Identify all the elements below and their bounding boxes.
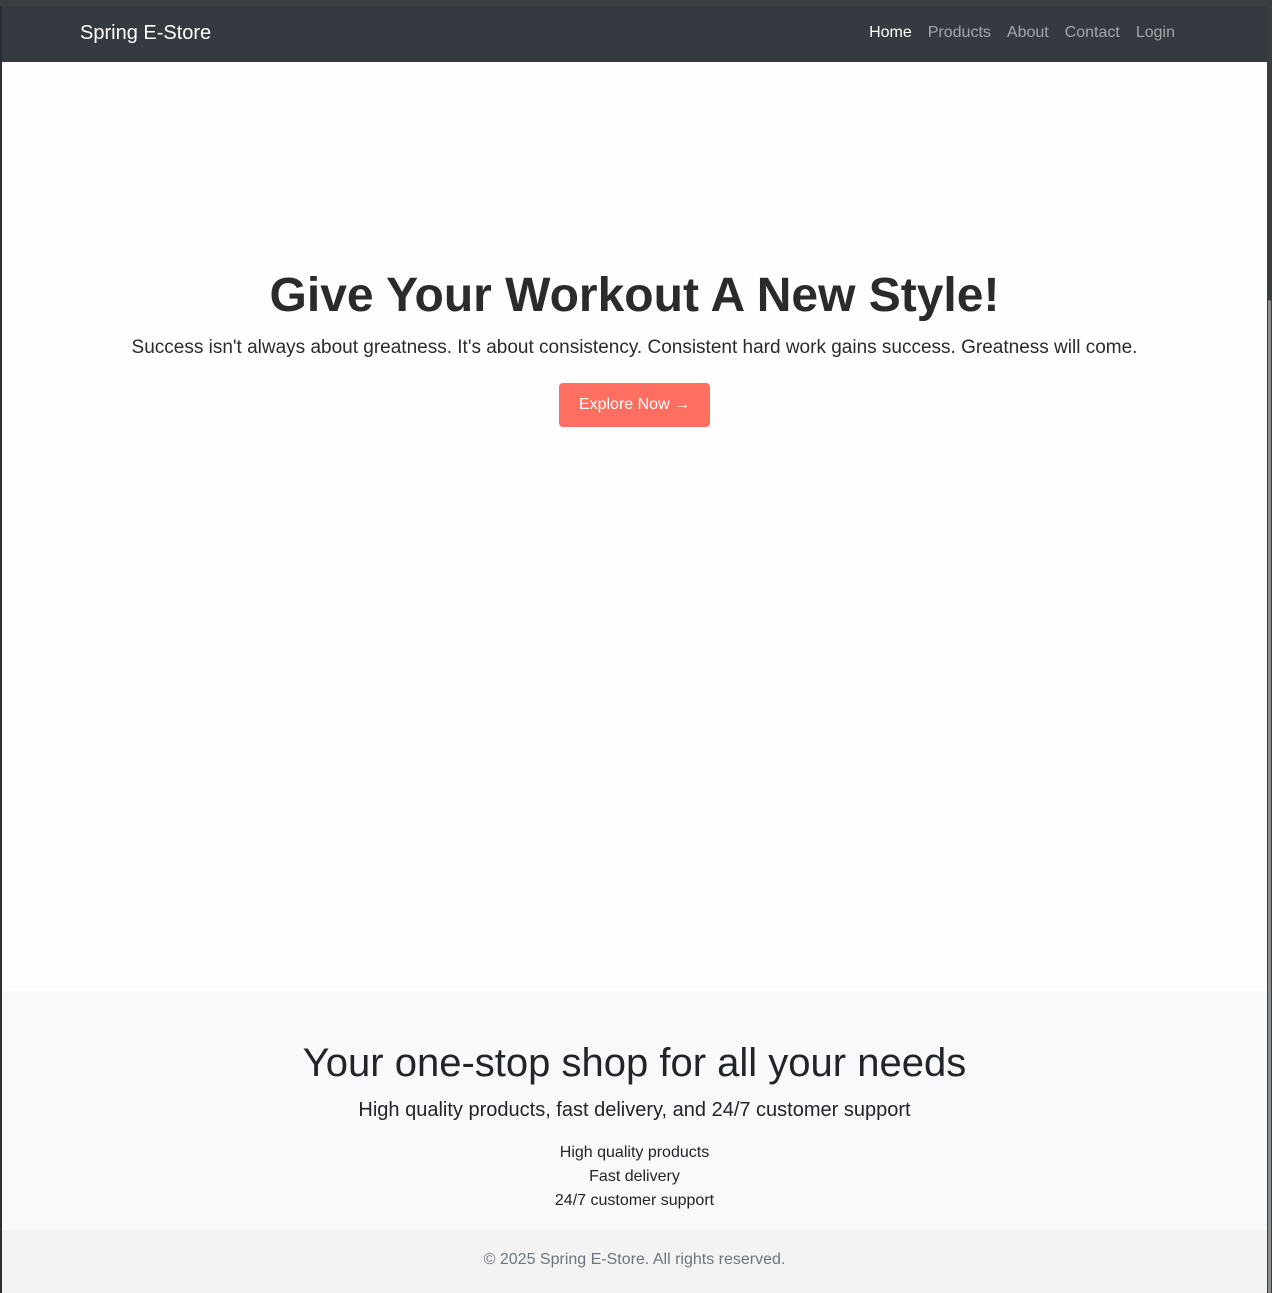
nav-link-login[interactable]: Login [1128,23,1183,43]
explore-now-button[interactable]: Explore Now → [559,383,710,427]
footer: © 2025 Spring E-Store. All rights reserv… [2,1230,1267,1293]
navbar: Spring E-Store Home Products About Conta… [2,6,1267,62]
nav-link-home[interactable]: Home [861,23,920,43]
hero-subtitle: Success isn't always about greatness. It… [131,337,1138,358]
list-item: 24/7 customer support [554,1192,715,1209]
features-lead: High quality products, fast delivery, an… [358,1099,911,1121]
hero-title: Give Your Workout A New Style! [269,269,1000,322]
browser-viewport: Spring E-Store Home Products About Conta… [2,6,1267,1293]
features-section: Your one-stop shop for all your needs Hi… [2,991,1267,1230]
hero-section: Give Your Workout A New Style! Success i… [2,62,1267,991]
nav-link-contact[interactable]: Contact [1057,23,1128,43]
brand-link[interactable]: Spring E-Store [80,20,211,46]
nav-links: Home Products About Contact Login [861,23,1183,43]
nav-link-products[interactable]: Products [920,23,999,43]
page-scrollbar[interactable] [1268,300,1271,1293]
nav-link-about[interactable]: About [999,23,1057,43]
features-title: Your one-stop shop for all your needs [302,1041,967,1085]
footer-copyright: © 2025 Spring E-Store. All rights reserv… [483,1251,786,1268]
features-list: High quality products Fast delivery 24/7… [2,1141,1267,1213]
list-item: High quality products [559,1144,710,1161]
list-item: Fast delivery [589,1168,680,1185]
